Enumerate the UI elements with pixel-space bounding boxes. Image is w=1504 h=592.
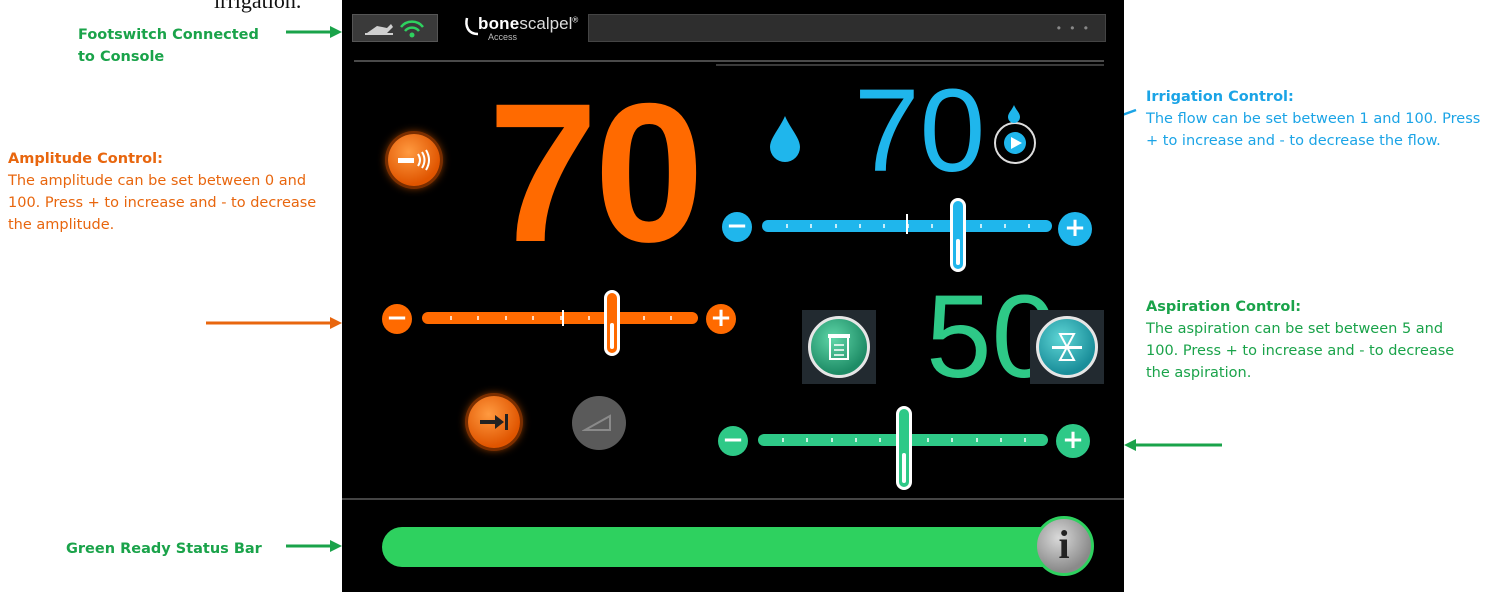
track-tick	[810, 224, 813, 228]
irrigation-value: 70	[854, 65, 986, 197]
track-tick	[670, 316, 673, 320]
amplitude-arrow	[206, 317, 342, 329]
track-tick	[999, 438, 1002, 442]
amplitude-annotation-title: Amplitude Control:	[8, 151, 163, 167]
logo-trademark: ®	[572, 15, 579, 25]
aspiration-arrow	[1124, 439, 1222, 451]
prime-play-icon	[1004, 132, 1026, 154]
irrigation-handle-fill	[956, 239, 960, 265]
irrigation-prime-button[interactable]	[994, 122, 1036, 164]
track-tick	[1027, 224, 1030, 228]
track-tick	[975, 438, 978, 442]
track-tick	[951, 438, 954, 442]
aspiration-annotation-title: Aspiration Control:	[1146, 299, 1302, 315]
track-tick	[786, 224, 789, 228]
track-tick	[882, 224, 885, 228]
track-tick	[587, 316, 590, 320]
logo-bone: bone	[478, 14, 520, 33]
irrigation-default-mark	[906, 214, 908, 234]
header-divider	[354, 60, 1104, 62]
amplitude-slider[interactable]: − +	[382, 290, 736, 360]
amplitude-value: 70	[488, 62, 704, 283]
aspiration-handle[interactable]	[896, 406, 912, 490]
track-tick	[979, 224, 982, 228]
continuous-mode-button[interactable]	[468, 396, 520, 448]
cropped-caption-text: irrigation.	[214, 0, 302, 13]
ramp-mode-button[interactable]	[572, 396, 626, 450]
track-tick	[782, 438, 785, 442]
track-tick	[477, 316, 480, 320]
aspiration-canister-tile	[802, 310, 876, 384]
amplitude-mode-button[interactable]	[388, 134, 440, 186]
amplitude-annotation: Amplitude Control: The amplitude can be …	[8, 148, 338, 236]
info-button[interactable]: i	[1034, 516, 1094, 576]
track-tick	[834, 224, 837, 228]
track-tick	[854, 438, 857, 442]
aspiration-minus-button[interactable]: −	[718, 426, 748, 456]
aspiration-annotation: Aspiration Control: The aspiration can b…	[1146, 296, 1476, 384]
ramp-mode-icon	[582, 414, 611, 431]
suction-tube-icon	[1052, 333, 1082, 361]
irrigation-annotation-text: The flow can be set between 1 and 100. P…	[1146, 111, 1481, 149]
continuous-mode-icon	[480, 414, 508, 430]
irrigation-handle[interactable]	[950, 198, 966, 272]
logo-scalpel: scalpel	[519, 14, 573, 33]
aspiration-canister-button[interactable]	[808, 316, 870, 378]
bonescalpel-logo: bonescalpel® Access	[464, 14, 582, 44]
aspiration-tube-button[interactable]	[1036, 316, 1098, 378]
footswitch-arrow	[286, 26, 342, 38]
track-tick	[806, 438, 809, 442]
irrigation-minus-button[interactable]: −	[722, 212, 752, 242]
amplitude-annotation-text: The amplitude can be set between 0 and 1…	[8, 173, 317, 233]
track-tick	[878, 438, 881, 442]
irrigation-slider[interactable]: − +	[722, 198, 1102, 276]
console-screen: bonescalpel® Access • • • 70 − + 70 − +	[342, 0, 1124, 592]
amplitude-handle-fill	[610, 323, 614, 349]
prime-drop-icon	[1008, 105, 1020, 123]
track-tick	[1003, 224, 1006, 228]
amplitude-track	[422, 312, 698, 324]
aspiration-annotation-text: The aspiration can be set between 5 and …	[1146, 321, 1455, 381]
track-tick	[1023, 438, 1026, 442]
amplitude-handle[interactable]	[604, 290, 620, 356]
aspiration-slider[interactable]: − +	[718, 404, 1102, 490]
track-tick	[931, 224, 934, 228]
amplitude-minus-button[interactable]: −	[382, 304, 412, 334]
wifi-icon	[400, 20, 424, 38]
footswitch-status	[352, 14, 438, 42]
irrigation-annotation-title: Irrigation Control:	[1146, 89, 1294, 105]
track-tick	[504, 316, 507, 320]
logo-sub: Access	[488, 32, 518, 42]
track-tick	[927, 438, 930, 442]
title-bar: • • •	[588, 14, 1106, 42]
top-bar: bonescalpel® Access • • •	[352, 14, 1106, 44]
track-tick	[642, 316, 645, 320]
aspiration-tube-tile	[1030, 310, 1104, 384]
canister-icon	[828, 334, 850, 360]
ultrasonic-handpiece-icon	[398, 149, 430, 171]
aspiration-plus-button[interactable]: +	[1056, 424, 1090, 458]
track-tick	[449, 316, 452, 320]
footer-divider	[342, 498, 1124, 500]
footswitch-annotation: Footswitch Connected to Console	[78, 27, 259, 65]
aspiration-handle-fill	[902, 453, 906, 483]
menu-dots-button[interactable]: • • •	[1057, 21, 1091, 35]
track-tick	[858, 224, 861, 228]
irrigation-plus-button[interactable]: +	[1058, 212, 1092, 246]
status-annotation: Green Ready Status Bar	[66, 541, 262, 557]
track-tick	[830, 438, 833, 442]
amplitude-plus-button[interactable]: +	[706, 304, 736, 334]
ready-status-bar	[382, 527, 1082, 567]
irrigation-annotation: Irrigation Control: The flow can be set …	[1146, 86, 1496, 152]
status-arrow	[286, 540, 342, 552]
track-tick	[532, 316, 535, 320]
amplitude-default-mark	[562, 310, 564, 326]
water-drop-icon	[770, 116, 800, 162]
